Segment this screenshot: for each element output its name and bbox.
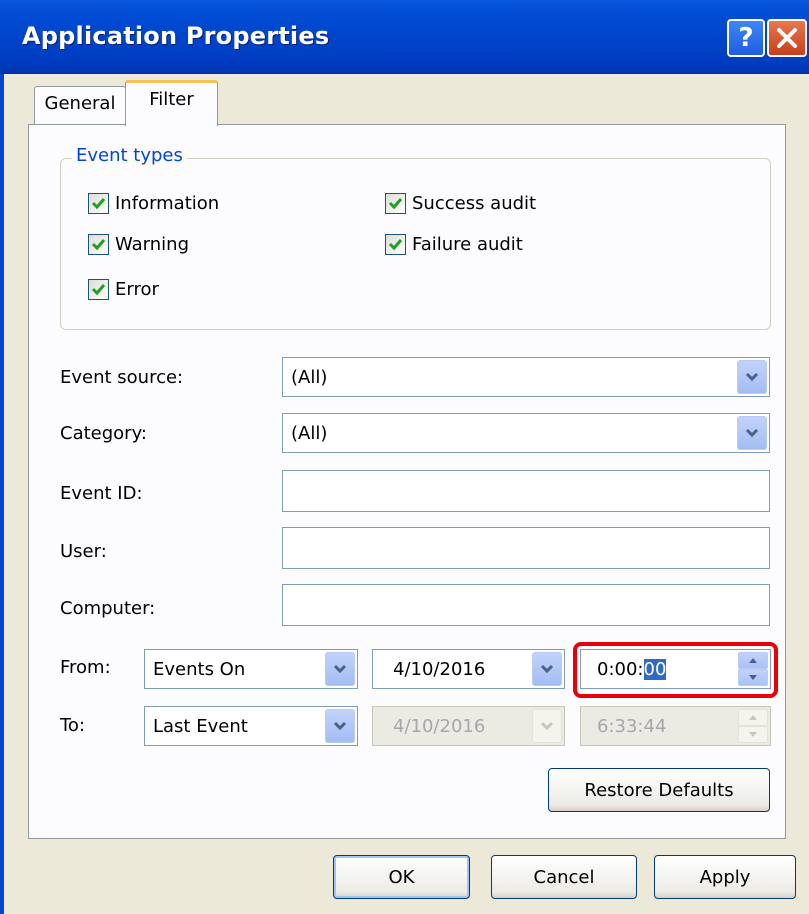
cancel-label: Cancel <box>533 866 595 888</box>
restore-defaults-label: Restore Defaults <box>584 779 734 801</box>
checkbox-label: Warning <box>115 234 190 255</box>
checkbox-label: Error <box>115 279 159 300</box>
from-date-picker[interactable]: 4/10/2016 <box>372 649 565 689</box>
window-border <box>0 74 4 914</box>
checkbox-label: Failure audit <box>412 234 523 255</box>
apply-button[interactable]: Apply <box>654 855 796 899</box>
to-mode-dropdown-button[interactable] <box>325 709 355 743</box>
checkbox-error[interactable]: Error <box>88 279 159 300</box>
to-time-spin-down <box>738 726 768 743</box>
help-icon: ? <box>738 23 754 53</box>
event-source-dropdown-button[interactable] <box>737 360 767 394</box>
checkmark-icon <box>388 198 403 210</box>
to-time-spin-up <box>738 709 768 726</box>
cancel-button[interactable]: Cancel <box>491 855 637 899</box>
event-id-input[interactable] <box>282 470 770 512</box>
apply-label: Apply <box>699 866 751 888</box>
to-date-picker: 4/10/2016 <box>372 706 565 746</box>
checkmark-icon <box>91 239 106 251</box>
checkbox-box[interactable] <box>88 193 109 214</box>
event-source-label: Event source: <box>60 367 184 388</box>
to-time-spinner: 6:33:44 <box>580 706 771 746</box>
application-properties-window: Application Properties ? General Filter … <box>0 0 809 914</box>
tab-filter-label: Filter <box>149 89 194 110</box>
window-title: Application Properties <box>22 22 330 50</box>
user-label: User: <box>60 541 107 562</box>
checkbox-label: Information <box>115 193 220 214</box>
from-mode-dropdown-button[interactable] <box>325 652 355 686</box>
computer-input[interactable] <box>282 584 770 626</box>
chevron-down-icon <box>333 664 347 674</box>
checkbox-success-audit[interactable]: Success audit <box>385 193 536 214</box>
event-types-legend: Event types <box>72 145 187 166</box>
to-mode-select[interactable]: Last Event <box>144 706 358 746</box>
title-bar[interactable]: Application Properties ? <box>0 0 809 74</box>
tab-general-label: General <box>44 93 116 114</box>
to-label: To: <box>60 715 86 736</box>
checkmark-icon <box>91 198 106 210</box>
checkbox-box[interactable] <box>88 279 109 300</box>
spin-up-icon <box>749 715 757 720</box>
spin-down-icon <box>749 732 757 737</box>
tab-general[interactable]: General <box>34 86 126 124</box>
checkmark-icon <box>388 239 403 251</box>
to-time-value: 6:33:44 <box>597 715 667 737</box>
close-icon <box>777 28 797 48</box>
restore-defaults-button[interactable]: Restore Defaults <box>548 768 770 812</box>
tab-filter[interactable]: Filter <box>125 80 218 126</box>
checkbox-failure-audit[interactable]: Failure audit <box>385 234 523 255</box>
ok-label: OK <box>388 866 415 888</box>
from-label: From: <box>60 657 111 678</box>
checkbox-box[interactable] <box>88 234 109 255</box>
user-input[interactable] <box>282 527 770 569</box>
help-button[interactable]: ? <box>727 19 765 57</box>
chevron-down-icon <box>540 721 554 731</box>
time-field-highlight <box>573 642 778 698</box>
event-id-label: Event ID: <box>60 483 143 504</box>
close-button[interactable] <box>767 19 807 57</box>
checkbox-warning[interactable]: Warning <box>88 234 189 255</box>
checkbox-box[interactable] <box>385 234 406 255</box>
category-dropdown-button[interactable] <box>737 416 767 450</box>
chevron-down-icon <box>333 721 347 731</box>
computer-label: Computer: <box>60 598 156 619</box>
checkbox-label: Success audit <box>412 193 537 214</box>
checkmark-icon <box>91 284 106 296</box>
to-time-spin-buttons <box>738 709 768 743</box>
from-mode-select[interactable]: Events On <box>144 649 358 689</box>
event-source-select[interactable]: (All) <box>282 357 770 397</box>
chevron-down-icon <box>745 372 759 382</box>
category-label: Category: <box>60 423 147 444</box>
event-source-value: (All) <box>291 366 328 388</box>
category-select[interactable]: (All) <box>282 413 770 453</box>
to-date-dropdown-button <box>532 709 562 743</box>
from-date-dropdown-button[interactable] <box>532 652 562 686</box>
chevron-down-icon <box>745 428 759 438</box>
checkbox-information[interactable]: Information <box>88 193 219 214</box>
chevron-down-icon <box>540 664 554 674</box>
checkbox-box[interactable] <box>385 193 406 214</box>
ok-button[interactable]: OK <box>333 855 470 899</box>
category-value: (All) <box>291 422 328 444</box>
